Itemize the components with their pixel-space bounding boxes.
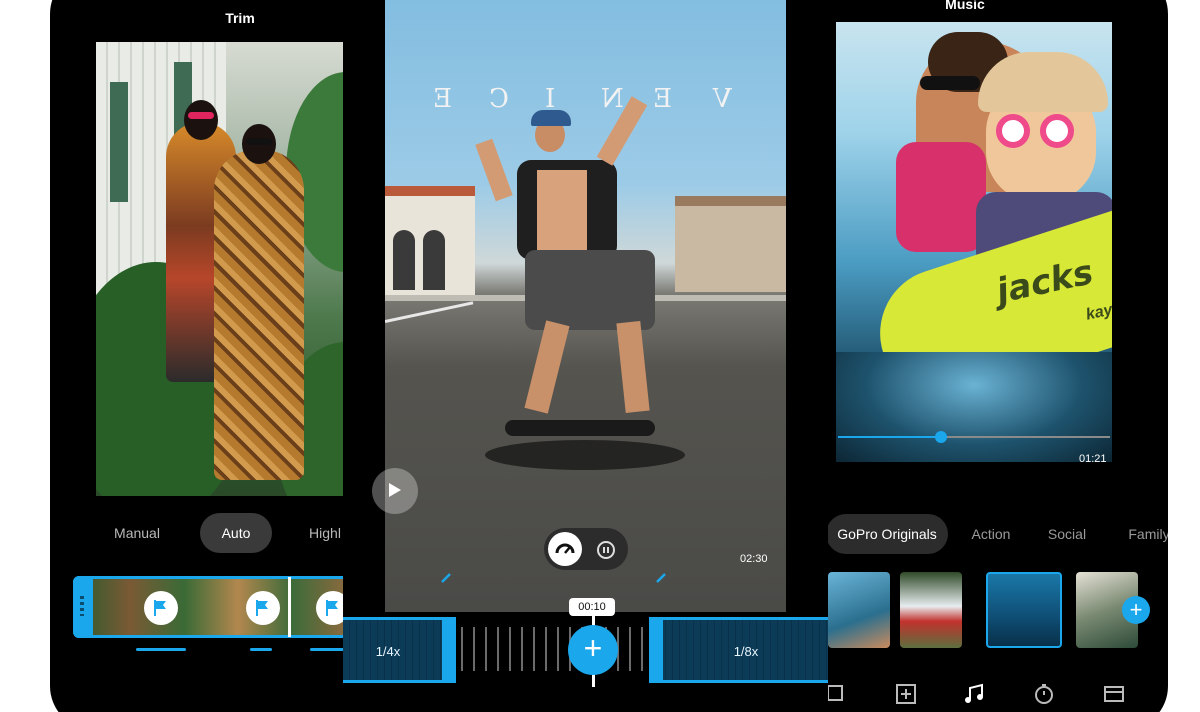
arch — [423, 230, 445, 290]
music-category-tabs: GoPro Originals Action Social Family — [826, 514, 1168, 554]
music-track-thumb-selected[interactable] — [986, 572, 1062, 648]
music-phone: Music jacks kay 01:21 GoPro Originals Ac… — [800, 0, 1168, 712]
skater-shadow — [485, 440, 685, 470]
speed-mode-toggle[interactable] — [544, 528, 628, 570]
speed-segment-label: 1/8x — [733, 644, 759, 659]
music-preview-video[interactable]: jacks kay 01:21 — [836, 22, 1112, 462]
pink-sunglasses-right — [1040, 114, 1074, 148]
speed-mode-selected[interactable] — [548, 532, 582, 566]
skateboard — [505, 420, 655, 436]
trim-mode-tabs: Manual Auto Highl — [90, 513, 380, 553]
effects-nav-icon[interactable] — [894, 682, 918, 706]
screen-title-trim: Trim — [225, 10, 255, 26]
skater-leg-left — [524, 320, 570, 414]
music-progress-fill — [838, 436, 942, 438]
skater-leg-right — [616, 320, 650, 414]
tab-action[interactable]: Action — [966, 514, 1016, 554]
plus-icon: + — [583, 630, 603, 666]
highlight-marker[interactable] — [246, 591, 280, 625]
current-time-chip: 00:10 — [569, 598, 615, 616]
play-button[interactable] — [372, 468, 418, 514]
sunglasses — [246, 138, 272, 145]
tab-social[interactable]: Social — [1042, 514, 1092, 554]
road-marking — [385, 301, 474, 323]
add-music-button[interactable]: + — [1122, 596, 1150, 624]
person-left-head — [184, 100, 218, 140]
skater-shorts — [525, 250, 655, 330]
window-shutter — [110, 82, 128, 202]
venice-sign-letter: E — [433, 84, 452, 114]
speed-timeline[interactable]: 1/4x 1/8x + — [343, 615, 828, 687]
flag-icon — [326, 600, 338, 616]
sunglasses — [188, 112, 214, 119]
trim-playhead[interactable] — [288, 577, 291, 637]
water-splash — [836, 352, 1112, 462]
timeline-ticks — [461, 627, 649, 671]
skater-torso — [537, 170, 587, 250]
music-progress-track[interactable] — [838, 431, 1110, 443]
speed-segment-quarter[interactable]: 1/4x — [343, 617, 456, 683]
tab-gopro-originals[interactable]: GoPro Originals — [826, 514, 948, 554]
speed-segment-label: 1/4x — [375, 644, 401, 659]
music-track-thumb[interactable] — [828, 572, 890, 648]
flag-icon — [256, 600, 268, 616]
skater-cap — [531, 110, 571, 126]
grip-icon — [80, 596, 84, 616]
speed-phone: E C I N E V 02:30 00:10 1/4x 1/8x + — [343, 0, 828, 712]
trim-start-handle[interactable] — [73, 576, 93, 638]
building-right — [675, 196, 786, 292]
speed-segment-eighth[interactable]: 1/8x — [649, 617, 828, 683]
play-icon — [389, 483, 401, 497]
music-elapsed-time: 01:21 — [1079, 453, 1107, 462]
highlight-marker[interactable] — [144, 591, 178, 625]
speedometer-icon — [555, 543, 575, 554]
sunglasses — [920, 76, 980, 90]
tab-auto[interactable]: Auto — [200, 513, 272, 553]
skate-preview-video[interactable]: E C I N E V — [385, 0, 786, 612]
speed-segment-handle[interactable] — [442, 617, 456, 683]
trim-phone: Trim Manual Auto Highl — [50, 0, 380, 712]
skater-arm-left — [475, 138, 513, 202]
stopwatch-icon[interactable] — [594, 537, 618, 561]
flag-icon — [154, 600, 166, 616]
tab-family[interactable]: Family — [1124, 514, 1168, 554]
venice-sign-letter: E — [653, 84, 672, 114]
music-track-thumb[interactable] — [900, 572, 962, 648]
venice-sign-letter: N — [601, 84, 624, 114]
add-speed-segment-button[interactable]: + — [568, 625, 618, 675]
clip-duration-label: 02:30 — [740, 553, 768, 565]
layout-nav-icon[interactable] — [1102, 682, 1126, 706]
highlight-range-indicator — [136, 648, 186, 651]
person-right — [214, 150, 304, 480]
edit-segment-icon[interactable] — [655, 570, 669, 584]
highlight-range-indicator — [250, 648, 272, 651]
tab-manual[interactable]: Manual — [108, 513, 166, 553]
arch — [393, 230, 415, 290]
venice-sign-letter: V — [713, 84, 732, 114]
life-vest — [896, 142, 986, 252]
pink-sunglasses-left — [996, 114, 1030, 148]
music-note-icon[interactable] — [962, 682, 986, 706]
stopwatch-nav-icon[interactable] — [1032, 682, 1056, 706]
trim-preview-video[interactable] — [96, 42, 380, 496]
edit-segment-icon[interactable] — [440, 570, 454, 584]
screen-title-music: Music — [945, 0, 985, 12]
trim-timeline[interactable] — [73, 576, 380, 638]
venice-sign-letter: C — [489, 84, 509, 114]
